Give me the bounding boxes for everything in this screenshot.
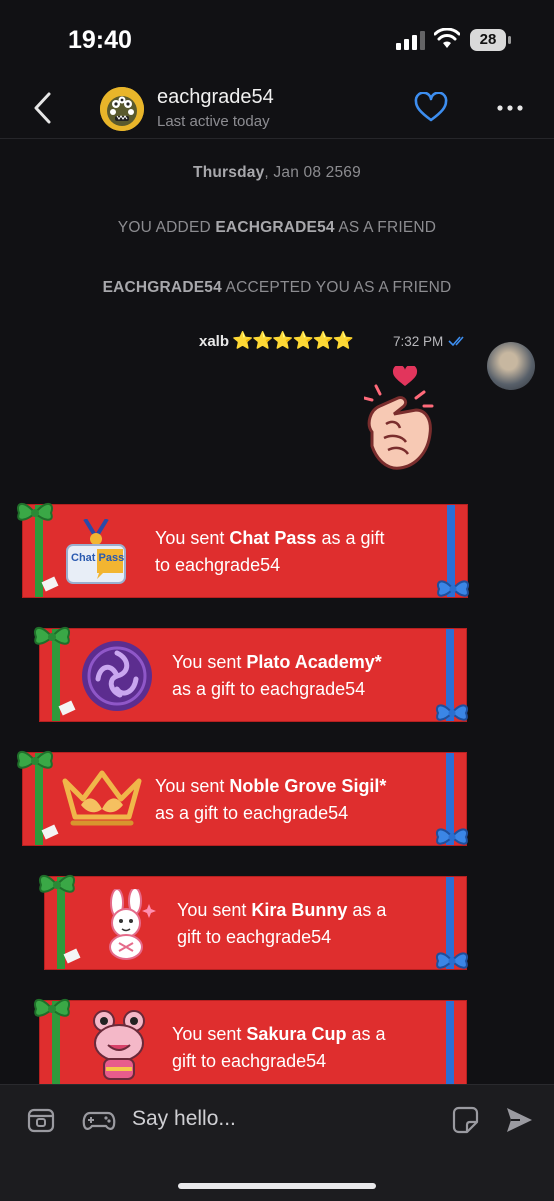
sender-name: xalb	[199, 333, 230, 350]
gift-name: Chat Pass	[229, 528, 317, 548]
message-time: 7:32 PM	[393, 334, 444, 349]
status-bar: 19:40 28	[0, 0, 554, 80]
gift-text-suffix: as a gift	[316, 528, 385, 548]
green-bow-icon	[34, 627, 70, 645]
gift-text-suffix: as a	[346, 1024, 386, 1044]
gift-message-text: You sent Kira Bunny as a gift to eachgra…	[177, 897, 386, 951]
gift-recipient-text: as a gift to eachgrade54	[172, 679, 366, 699]
gift-name: Sakura Cup	[246, 1024, 347, 1044]
battery-level: 28	[470, 29, 506, 51]
system-message-text: ACCEPTED YOU AS A FRIEND	[221, 279, 452, 296]
gift-text-prefix: You sent	[155, 776, 230, 796]
gift-tag	[41, 824, 59, 840]
green-bow-icon	[17, 503, 53, 521]
game-controller-icon[interactable]	[82, 1105, 116, 1135]
gift-message-card[interactable]: You sent Noble Grove Sigil* as a gift to…	[17, 751, 468, 846]
my-avatar[interactable]	[487, 342, 535, 390]
back-arrow-icon[interactable]	[30, 90, 56, 126]
date-separator: Thursday, Jan 08 2569	[0, 164, 554, 182]
gift-box-icon[interactable]	[26, 1105, 56, 1135]
send-icon[interactable]	[504, 1105, 534, 1135]
contact-avatar[interactable]	[100, 87, 144, 131]
gift-tag	[63, 948, 81, 964]
gift-message-text: You sent Noble Grove Sigil* as a gift to…	[155, 773, 386, 827]
noble-grove-crown-icon	[62, 770, 142, 826]
date-day: Thursday	[193, 164, 265, 181]
gift-ribbon-blue	[446, 1001, 454, 1093]
gift-text-prefix: You sent	[155, 528, 230, 548]
system-message-username: EACHGRADE54	[102, 279, 222, 296]
gift-message-card[interactable]: You sent Plato Academy* as a gift to eac…	[34, 627, 468, 722]
gift-name: Plato Academy*	[246, 652, 382, 672]
chat-pass-icon-text: Chat Pass	[71, 552, 124, 564]
system-message: EACHGRADE54 ACCEPTED YOU AS A FRIEND	[0, 279, 554, 297]
green-bow-icon	[39, 875, 75, 893]
system-message-text: YOU ADDED	[117, 219, 216, 236]
contact-name[interactable]: eachgrade54	[157, 86, 274, 109]
gift-text-prefix: You sent	[172, 652, 247, 672]
wifi-icon	[434, 28, 460, 48]
green-bow-icon	[17, 751, 53, 769]
chat-pass-icon: Chat Pass	[66, 519, 126, 584]
gift-recipient-text: gift to eachgrade54	[177, 927, 332, 947]
heart-icon[interactable]	[414, 92, 448, 124]
gift-recipient-text: gift to eachgrade54	[172, 1051, 327, 1071]
last-active-status: Last active today	[157, 113, 270, 130]
gift-message-card[interactable]: You sent Kira Bunny as a gift to eachgra…	[39, 875, 468, 970]
message-input[interactable]: Say hello...	[132, 1107, 236, 1131]
gift-message-text: You sent Plato Academy* as a gift to eac…	[172, 649, 382, 703]
chat-header: eachgrade54 Last active today	[0, 80, 554, 139]
home-indicator[interactable]	[178, 1183, 376, 1189]
battery-indicator: 28	[470, 29, 512, 51]
finger-heart-sticker-icon[interactable]	[364, 384, 438, 480]
cellular-signal-icon	[396, 31, 425, 50]
blue-bow-icon	[436, 952, 468, 969]
gift-text-prefix: You sent	[172, 1024, 247, 1044]
read-receipt-icon	[448, 336, 464, 347]
gift-text-prefix: You sent	[177, 900, 252, 920]
gift-tag	[58, 700, 76, 716]
gift-recipient-text: as a gift to eachgrade54	[155, 803, 349, 823]
gift-text-suffix: as a	[347, 900, 387, 920]
blue-bow-icon	[437, 580, 469, 597]
more-options-icon[interactable]	[496, 104, 524, 112]
system-message: YOU ADDED EACHGRADE54 AS A FRIEND	[0, 219, 554, 237]
blue-bow-icon	[436, 704, 468, 721]
gift-name: Kira Bunny	[251, 900, 348, 920]
battery-nub	[508, 36, 511, 44]
gift-message-text: You sent Sakura Cup as a gift to eachgra…	[172, 1021, 385, 1075]
plato-academy-icon	[82, 641, 152, 711]
system-message-text: AS A FRIEND	[334, 219, 437, 236]
gift-name: Noble Grove Sigil*	[229, 776, 387, 796]
kira-bunny-icon	[109, 889, 156, 960]
date-rest: , Jan 08 2569	[264, 164, 361, 181]
gift-recipient-text: to eachgrade54	[155, 555, 281, 575]
gift-message-card[interactable]: You sent Sakura Cup as a gift to eachgra…	[34, 999, 467, 1094]
gift-message-card[interactable]: Chat Pass You sent Chat Pass as a gift t…	[17, 503, 469, 598]
system-message-username: EACHGRADE54	[215, 219, 335, 236]
sticker-icon[interactable]	[450, 1105, 480, 1135]
sakura-cup-icon	[93, 1010, 145, 1080]
gift-message-text: You sent Chat Pass as a gift to eachgrad…	[155, 525, 385, 579]
blue-bow-icon	[436, 828, 468, 845]
monster-avatar-icon	[100, 87, 144, 131]
green-bow-icon	[34, 999, 70, 1017]
gift-tag	[41, 576, 59, 592]
sender-stars: ⭐⭐⭐⭐⭐⭐	[232, 331, 354, 350]
status-time: 19:40	[68, 26, 132, 54]
